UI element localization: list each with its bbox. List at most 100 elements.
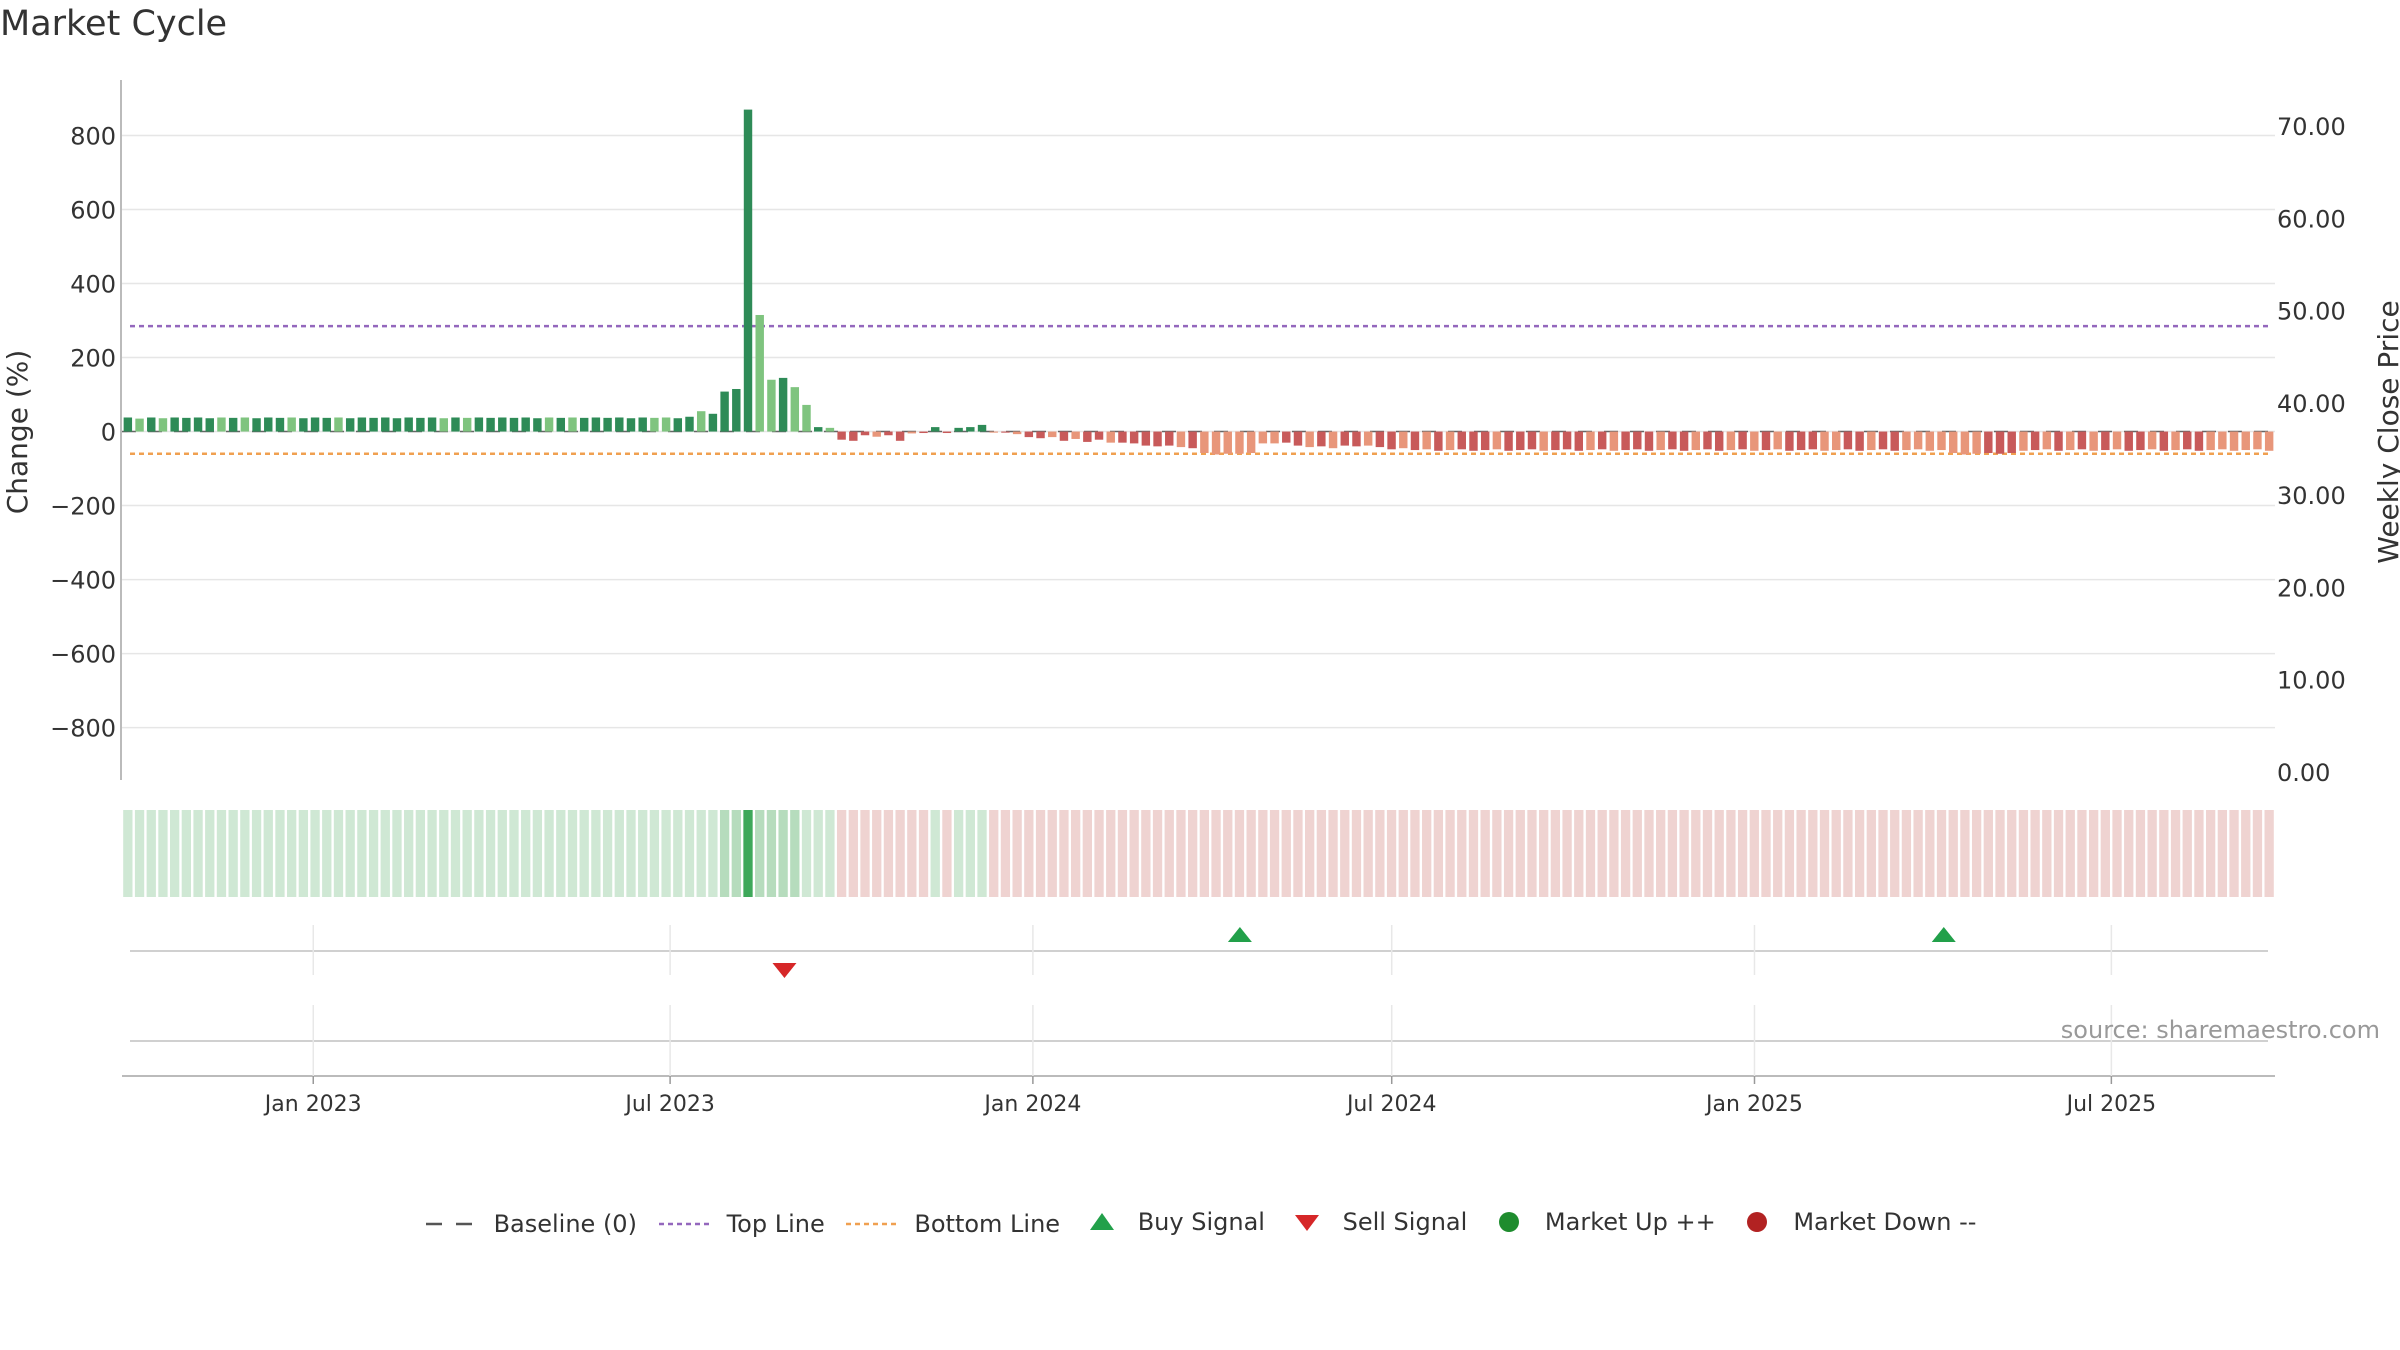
change-bar [720, 391, 729, 432]
market-state-cell [263, 810, 273, 897]
change-bar [451, 417, 460, 432]
market-state-cell [1503, 810, 1514, 897]
change-bar [2229, 431, 2239, 451]
change-bar [1668, 431, 1677, 450]
change-bar [1633, 431, 1642, 450]
change-bar [287, 417, 296, 432]
market-state-cell [2042, 810, 2052, 897]
change-bar [895, 431, 905, 441]
market-state-cell [368, 810, 379, 897]
y2-tick-label: 10.00 [2277, 667, 2346, 695]
legend-item-buy-signal: Buy Signal [1080, 1208, 1265, 1236]
change-bar [1691, 431, 1701, 451]
market-state-cell [1246, 810, 1256, 897]
market-state-cell [778, 810, 788, 897]
market-state-cell [1281, 810, 1291, 897]
change-bar [252, 418, 261, 432]
change-bar [966, 427, 975, 432]
change-bar [1586, 431, 1595, 451]
market-state-cell [1223, 810, 1233, 897]
market-state-cell [614, 810, 624, 897]
market-state-cell [1737, 810, 1748, 897]
market-state-cell [567, 810, 578, 897]
change-bar [1726, 431, 1736, 451]
change-bar [2066, 431, 2075, 451]
change-bar [755, 314, 764, 432]
y2-tick-label: 60.00 [2277, 205, 2346, 233]
change-bar [638, 417, 647, 432]
market-state-cell [696, 810, 706, 897]
change-bar [977, 424, 987, 432]
change-bar [1282, 431, 1291, 443]
market-state-cell [1854, 810, 1865, 897]
y-tick-label: −400 [50, 567, 116, 595]
market-state-cell [1340, 810, 1350, 897]
market-state-cell [649, 810, 660, 897]
change-bar [1843, 431, 1853, 450]
y-tick-label: 800 [70, 123, 116, 151]
circle-icon [1747, 1212, 1768, 1232]
market-state-cell [1890, 810, 1900, 897]
change-bar [1340, 431, 1349, 446]
change-bar [1750, 431, 1759, 451]
change-bar [1024, 431, 1034, 438]
market-state-cell [509, 810, 519, 897]
market-state-cell [1620, 810, 1631, 897]
change-bar [837, 431, 846, 440]
market-state-cell [1410, 810, 1420, 897]
market-state-cell [2194, 810, 2204, 897]
market-state-cell [1562, 810, 1572, 897]
change-bar [2101, 431, 2110, 451]
market-state-cell [1632, 810, 1642, 897]
change-bar [1293, 431, 1303, 446]
market-state-cell [1152, 810, 1163, 897]
y-tick-label: 200 [70, 345, 116, 373]
change-bar [661, 417, 671, 432]
market-state-cell [2030, 810, 2040, 897]
change-bar [1480, 431, 1490, 451]
market-state-cell [2053, 810, 2064, 897]
market-state-strip [123, 810, 2274, 897]
change-bar [2183, 431, 2192, 450]
market-state-cell [228, 810, 238, 897]
market-state-cell [2147, 810, 2157, 897]
change-bar [1539, 431, 1548, 451]
change-bar [240, 417, 250, 432]
y-tick-label: 600 [70, 197, 116, 225]
market-state-cell [1445, 810, 1455, 897]
change-bar [158, 418, 168, 432]
market-state-cell [1948, 810, 1958, 897]
legend-item-market-down: Market Down -- [1735, 1208, 1976, 1236]
legend-item-top-line: Top Line [657, 1210, 825, 1238]
change-bar [591, 417, 601, 432]
market-state-cell [1585, 810, 1596, 897]
y-axis-label: Change (%) [1, 350, 34, 515]
market-state-cell [2112, 810, 2122, 897]
change-bar [1551, 431, 1560, 451]
change-bar [1001, 431, 1010, 433]
change-bar [1165, 431, 1174, 446]
change-bar [544, 417, 554, 432]
y2-tick-label: 70.00 [2277, 113, 2346, 141]
legend-label: Baseline (0) [493, 1210, 637, 1238]
change-bar [1504, 431, 1513, 451]
change-bar [1469, 431, 1478, 451]
market-state-cell [2007, 810, 2017, 897]
change-bar [685, 416, 694, 432]
market-state-cell [684, 810, 695, 897]
market-state-cell [474, 810, 484, 897]
market-state-cell [965, 810, 975, 897]
legend-label: Bottom Line [914, 1210, 1061, 1238]
market-state-cell [216, 810, 227, 897]
chart-title: Market Cycle [0, 4, 228, 44]
sell-signal-marker [772, 963, 797, 978]
market-state-cell [450, 810, 461, 897]
market-state-cell [2065, 810, 2075, 897]
market-state-cell [1574, 810, 1584, 897]
market-state-cell [392, 810, 402, 897]
market-state-cell [1773, 810, 1783, 897]
change-bar [1410, 431, 1420, 451]
market-state-cell [708, 810, 718, 897]
market-state-cell [1597, 810, 1607, 897]
market-state-cell [1831, 810, 1841, 897]
